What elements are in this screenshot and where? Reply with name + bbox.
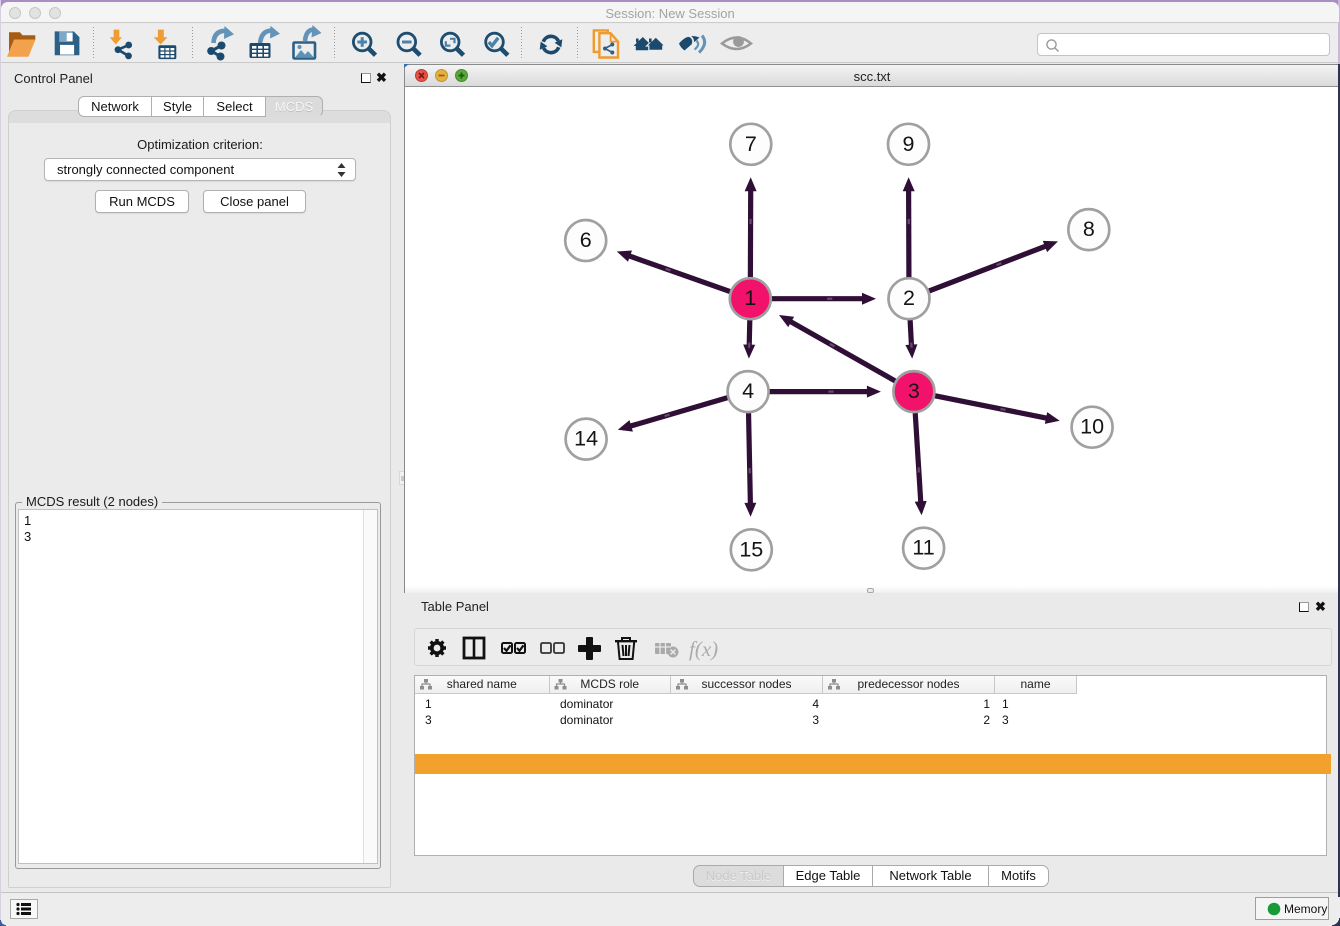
svg-text:8: 8 [1083,217,1095,241]
svg-text:14: 14 [574,427,598,451]
svg-text:7: 7 [745,132,757,156]
svg-text:1: 1 [744,286,756,310]
svg-text:4: 4 [742,379,754,403]
svg-text:10: 10 [1080,415,1104,439]
svg-text:6: 6 [580,228,592,252]
svg-text:9: 9 [903,132,915,156]
svg-text:f(x): f(x) [689,637,718,661]
svg-text:3: 3 [908,379,920,403]
svg-text:2: 2 [903,286,915,310]
svg-text:15: 15 [739,537,763,561]
svg-text:11: 11 [912,536,934,560]
